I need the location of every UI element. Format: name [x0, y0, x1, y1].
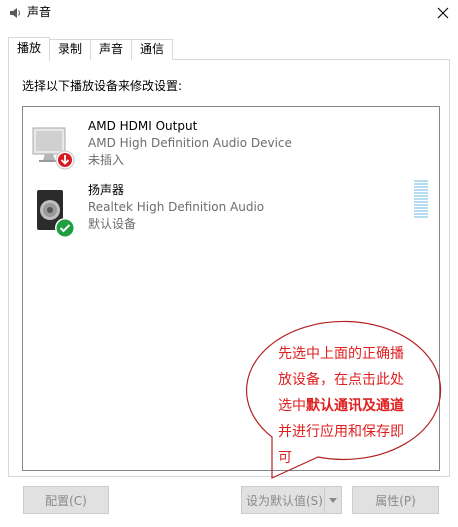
set-default-label: 设为默认值(S) — [246, 493, 323, 508]
device-status: 未插入 — [88, 153, 125, 167]
speaker-device-icon — [37, 190, 75, 238]
title-bar: 声音 — [0, 0, 458, 26]
device-description: AMD High Definition Audio Device — [88, 136, 292, 150]
monitor-icon — [32, 127, 75, 170]
list-item-speakers[interactable]: 扬声器 Realtek High Definition Audio 默认设备 — [23, 182, 439, 246]
annotation-line: 放设备，在点击此处 — [278, 372, 404, 388]
chevron-down-icon — [329, 497, 337, 503]
tab-playback[interactable]: 播放 — [8, 37, 51, 61]
instruction-text: 选择以下播放设备来修改设置: — [22, 79, 183, 93]
close-icon — [437, 7, 449, 19]
annotation-line: 选中默认通讯及通道 — [278, 393, 423, 419]
configure-button[interactable]: 配置(C) — [23, 486, 109, 514]
annotation-line: 可 — [278, 450, 292, 466]
device-name: 扬声器 — [88, 183, 125, 197]
speaker-icon — [10, 8, 20, 18]
default-check-badge-icon — [55, 218, 75, 238]
unplugged-badge-icon — [55, 150, 75, 170]
annotation-text: 先选中上面的正确播 放设备，在点击此处 选中默认通讯及通道 并进行应用和保存即 … — [278, 341, 423, 471]
window-title: 声音 — [27, 5, 52, 19]
annotation-line: 并进行应用和保存即 — [278, 424, 404, 440]
tab-strip: 播放 录制 声音 通信 — [8, 37, 174, 61]
tab-communications[interactable]: 通信 — [132, 39, 174, 60]
close-button[interactable] — [428, 0, 458, 26]
set-default-dropdown[interactable] — [324, 487, 341, 513]
device-name: AMD HDMI Output — [88, 119, 198, 133]
annotation-emphasis: 默认通讯及通道 — [306, 398, 404, 414]
annotation-line: 先选中上面的正确播 — [278, 346, 404, 362]
list-item-hdmi-output[interactable]: AMD HDMI Output AMD High Definition Audi… — [23, 118, 439, 182]
device-status: 默认设备 — [88, 217, 137, 231]
device-description: Realtek High Definition Audio — [88, 200, 265, 214]
volume-level-meter — [414, 180, 428, 220]
tab-sounds[interactable]: 声音 — [91, 39, 133, 60]
properties-button[interactable]: 属性(P) — [352, 486, 439, 514]
tab-recording[interactable]: 录制 — [50, 39, 92, 60]
annotation-prefix: 选中 — [278, 398, 306, 414]
set-default-button[interactable]: 设为默认值(S) — [241, 486, 342, 514]
